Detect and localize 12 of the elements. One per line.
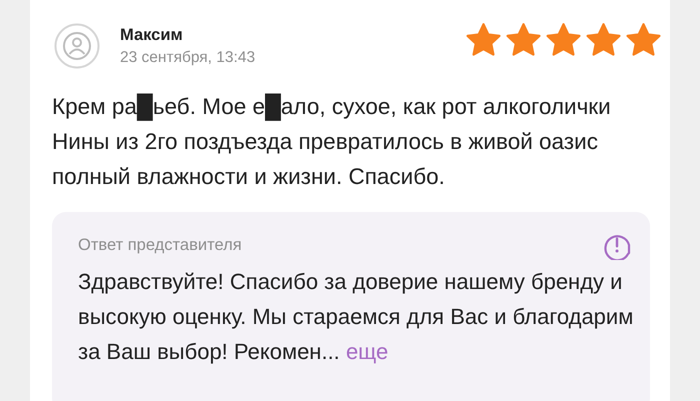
avatar-icon — [54, 23, 100, 69]
reply-title: Ответ представителя — [78, 236, 242, 254]
more-link[interactable]: еще — [346, 339, 388, 364]
star-icon — [465, 22, 502, 58]
review-date: 23 сентября, 13:43 — [120, 48, 256, 66]
star-icon — [505, 22, 542, 58]
star-icon — [625, 22, 662, 58]
star-icon — [545, 22, 582, 58]
review-text: Крем ра█ьеб. Мое е█ало, сухое, как рот алкоголички Нины из 2го поздъезда превратилось в живой оазис полный влажности и жизни. Спасибо. — [52, 92, 612, 191]
reply-text: Здравствуйте! Спасибо за доверие нашему бренду и высокую оценку. Мы стараемся для Вас и благодарим за Ваш выбор! Рекомен... еще — [78, 268, 634, 366]
star-icon — [585, 22, 622, 58]
author-name: Максим — [120, 26, 184, 44]
